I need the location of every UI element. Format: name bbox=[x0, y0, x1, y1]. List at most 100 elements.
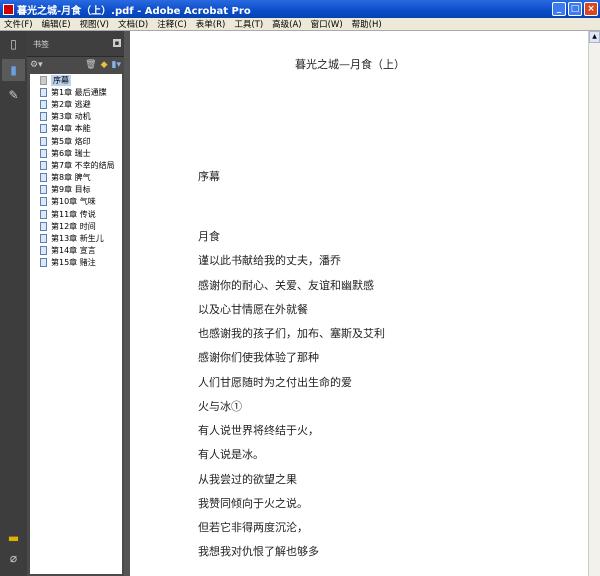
bookmark-page-icon bbox=[40, 124, 47, 134]
bookmark-page-icon bbox=[40, 209, 47, 219]
bookmark-toolbar: ⚙▾ 🗑 ◆ ▮▾ bbox=[27, 57, 124, 73]
document-line: 火与冰① bbox=[198, 400, 242, 413]
bookmark-item[interactable]: 第11章 传说 bbox=[30, 208, 122, 220]
bookmark-item[interactable]: 第8章 脾气 bbox=[30, 172, 122, 184]
bookmark-item[interactable]: 第7章 不幸的结局 bbox=[30, 159, 122, 171]
bookmark-label: 第4章 本能 bbox=[51, 124, 91, 134]
bookmark-item[interactable]: 第5章 烙印 bbox=[30, 135, 122, 147]
bookmark-label: 第9章 目标 bbox=[51, 185, 91, 195]
menu-item[interactable]: 表单(R) bbox=[196, 18, 226, 30]
document-line: 谨以此书献给我的丈夫，潘乔 bbox=[198, 254, 341, 267]
close-button[interactable]: × bbox=[584, 2, 598, 16]
menu-bar: 文件(F) 编辑(E) 视图(V) 文档(D) 注释(C) 表单(R) 工具(T) 高级(A)… bbox=[0, 18, 600, 31]
bookmark-page-icon bbox=[40, 173, 47, 183]
expand-bookmark-icon[interactable]: ▮▾ bbox=[112, 60, 121, 70]
bookmark-label: 第6章 瑞士 bbox=[51, 148, 91, 158]
bookmark-page-icon bbox=[40, 112, 47, 122]
bookmark-page-icon bbox=[40, 148, 47, 158]
bookmark-page-icon bbox=[40, 160, 47, 170]
menu-item[interactable]: 编辑(E) bbox=[42, 18, 71, 30]
bookmark-label: 第10章 气味 bbox=[51, 197, 96, 207]
document-line: 有人说世界将终结于火， bbox=[198, 424, 319, 437]
pages-icon[interactable]: ▯ bbox=[6, 37, 21, 52]
bookmark-item[interactable]: 第1章 最后通牒 bbox=[30, 86, 122, 98]
document-line: 有人说是冰。 bbox=[198, 448, 264, 461]
bookmark-item[interactable]: 第14章 宣言 bbox=[30, 245, 122, 257]
bookmark-item[interactable]: 第12章 时间 bbox=[30, 220, 122, 232]
bookmark-item[interactable]: 第3章 动机 bbox=[30, 111, 122, 123]
bookmark-item[interactable]: 第2章 逃避 bbox=[30, 98, 122, 110]
bookmark-label: 序幕 bbox=[51, 74, 71, 86]
panel-title: 书签 bbox=[33, 40, 49, 49]
menu-item[interactable]: 注释(C) bbox=[157, 18, 187, 30]
bookmark-page-icon bbox=[40, 99, 47, 109]
bookmarks-panel: 书签 ▪ ⚙▾ 🗑 ◆ ▮▾ 序幕 第1章 最后通牒 第2章 逃避 第3章 动机 第4章… bbox=[27, 31, 124, 576]
bookmark-label: 第5章 烙印 bbox=[51, 136, 91, 146]
bookmark-list: 序幕 第1章 最后通牒 第2章 逃避 第3章 动机 第4章 本能 第5章 烙印 第6章 瑞士… bbox=[30, 74, 122, 574]
bookmark-page-icon bbox=[40, 258, 47, 268]
bookmarks-icon[interactable]: ▮ bbox=[2, 59, 25, 81]
bookmark-page-icon bbox=[40, 221, 47, 231]
document-view: 暮光之城—月食（上） 序幕月食谨以此书献给我的丈夫，潘乔感谢你的耐心、关爱、友谊… bbox=[130, 31, 588, 576]
document-line: 从我尝过的欲望之果 bbox=[198, 473, 297, 486]
vertical-scrollbar[interactable]: ▲ bbox=[588, 31, 600, 576]
new-bookmark-icon[interactable]: ◆ bbox=[101, 60, 108, 70]
signatures-icon[interactable]: ✎ bbox=[6, 88, 21, 103]
acrobat-icon bbox=[3, 3, 14, 15]
document-line: 但若它非得两度沉沦， bbox=[198, 521, 308, 534]
bookmark-page-icon bbox=[40, 246, 47, 256]
bookmark-item[interactable]: 第10章 气味 bbox=[30, 196, 122, 208]
bookmark-label: 第7章 不幸的结局 bbox=[51, 160, 115, 170]
document-line: 以及心甘情愿在外就餐 bbox=[198, 303, 308, 316]
bookmark-page-icon bbox=[40, 185, 47, 195]
bookmark-item[interactable]: 序幕 bbox=[30, 74, 122, 86]
bookmark-page-icon bbox=[40, 87, 47, 97]
bookmark-item[interactable]: 第13章 新生儿 bbox=[30, 232, 122, 244]
options-gear-icon[interactable]: ⚙▾ bbox=[30, 60, 43, 70]
bookmark-page-icon bbox=[40, 136, 47, 146]
minimize-button[interactable]: _ bbox=[552, 2, 566, 16]
menu-item[interactable]: 文件(F) bbox=[4, 18, 33, 30]
menu-item[interactable]: 工具(T) bbox=[234, 18, 263, 30]
document-title: 暮光之城—月食（上） bbox=[295, 58, 405, 71]
document-line: 感谢你们使我体验了那种 bbox=[198, 351, 319, 364]
bookmark-item[interactable]: 第15章 赌注 bbox=[30, 257, 122, 269]
menu-item[interactable]: 文档(D) bbox=[118, 18, 148, 30]
scroll-up-button[interactable]: ▲ bbox=[589, 31, 600, 43]
menu-item[interactable]: 高级(A) bbox=[272, 18, 301, 30]
attachments-icon[interactable]: ⌀ bbox=[6, 551, 21, 566]
document-line: 月食 bbox=[198, 230, 220, 243]
bookmark-label: 第13章 新生儿 bbox=[51, 234, 104, 244]
bookmark-item[interactable]: 第4章 本能 bbox=[30, 123, 122, 135]
document-line: 也感谢我的孩子们，加布、塞斯及艾利 bbox=[198, 327, 385, 340]
bookmark-label: 第3章 动机 bbox=[51, 112, 91, 122]
panel-header: 书签 ▪ bbox=[27, 31, 124, 57]
title-bar: 暮光之城-月食（上）.pdf - Adobe Acrobat Pro _ □ × bbox=[0, 0, 600, 18]
document-line: 感谢你的耐心、关爱、友谊和幽默感 bbox=[198, 279, 374, 292]
bookmark-page-icon bbox=[40, 197, 47, 207]
bookmark-item[interactable]: 第9章 目标 bbox=[30, 184, 122, 196]
bookmark-label: 第15章 赌注 bbox=[51, 258, 96, 268]
menu-item[interactable]: 帮助(H) bbox=[352, 18, 382, 30]
bookmark-label: 第2章 逃避 bbox=[51, 99, 91, 109]
menu-item[interactable]: 窗口(W) bbox=[311, 18, 343, 30]
bookmark-page-icon bbox=[40, 234, 47, 244]
bookmark-label: 第12章 时间 bbox=[51, 221, 96, 231]
bookmark-item[interactable]: 第6章 瑞士 bbox=[30, 147, 122, 159]
bookmark-label: 第8章 脾气 bbox=[51, 173, 91, 183]
document-line: 我赞同倾向于火之说。 bbox=[198, 497, 308, 510]
document-line: 序幕 bbox=[198, 170, 220, 183]
bookmark-page-icon bbox=[40, 75, 47, 85]
delete-icon[interactable]: 🗑 bbox=[85, 60, 96, 70]
document-line: 我想我对仇恨了解也够多 bbox=[198, 545, 319, 558]
panel-close-button[interactable]: ▪ bbox=[113, 39, 121, 47]
bookmark-label: 第14章 宣言 bbox=[51, 246, 96, 256]
bookmark-label: 第11章 传说 bbox=[51, 209, 96, 219]
navigation-pane-bar: ▯ ▮ ✎ ▬ ⌀ bbox=[0, 31, 27, 576]
maximize-button[interactable]: □ bbox=[568, 2, 582, 16]
menu-item[interactable]: 视图(V) bbox=[80, 18, 109, 30]
comments-icon[interactable]: ▬ bbox=[6, 531, 21, 546]
window-title: 暮光之城-月食（上）.pdf - Adobe Acrobat Pro bbox=[17, 5, 251, 17]
document-line: 人们甘愿随时为之付出生命的爱 bbox=[198, 376, 352, 389]
bookmark-label: 第1章 最后通牒 bbox=[51, 87, 107, 97]
